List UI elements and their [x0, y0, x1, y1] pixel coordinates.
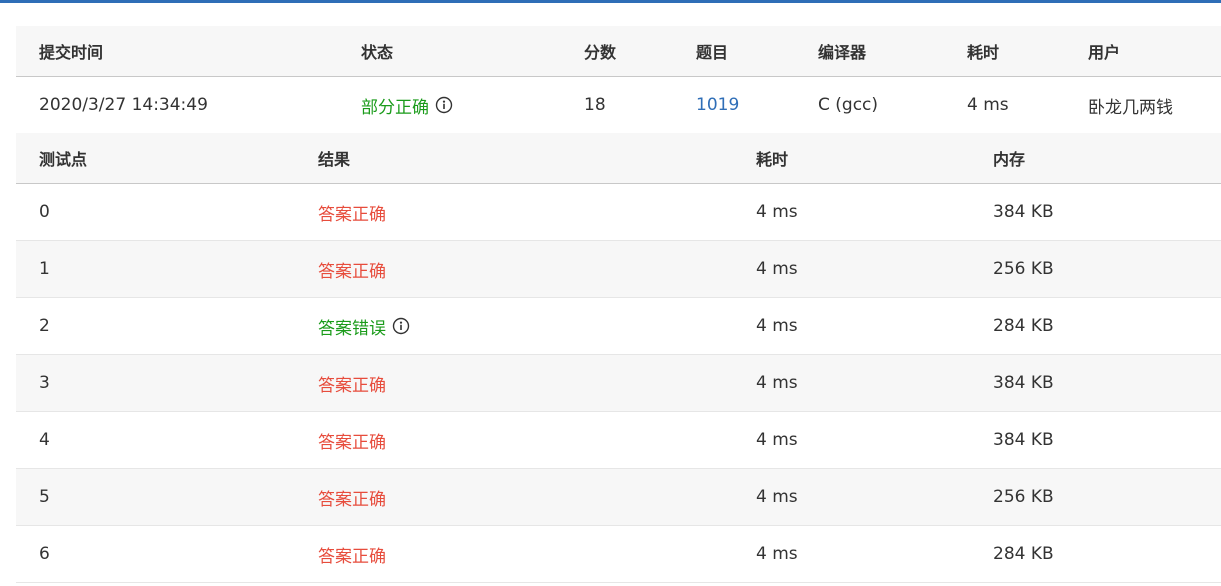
- testcase-id: 1: [39, 259, 50, 279]
- submit-time: 2020/3/27 14:34:49: [39, 95, 208, 115]
- submission-score: 18: [584, 95, 606, 115]
- header-problem: 题目: [696, 43, 729, 62]
- submission-status: 部分正确: [361, 77, 453, 133]
- testcase-result: 答案正确: [318, 204, 386, 225]
- header-time: 耗时: [756, 150, 789, 169]
- testcase-memory: 284 KB: [993, 316, 1054, 336]
- testcase-memory: 384 KB: [993, 430, 1054, 450]
- header-memory: 内存: [993, 150, 1026, 169]
- testcase-memory: 384 KB: [993, 202, 1054, 222]
- header-compiler: 编译器: [818, 43, 867, 62]
- submission-table-header: 提交时间 状态 分数 题目 编译器 耗时 用户: [16, 26, 1221, 77]
- table-row: 1 答案正确 4 ms 256 KB: [16, 241, 1221, 298]
- testcase-result: 答案错误: [318, 298, 410, 354]
- submission-status-label: 部分正确: [361, 97, 429, 118]
- testcase-result: 答案正确: [318, 375, 386, 396]
- submission-panel: 提交时间 状态 分数 题目 编译器 耗时 用户 2020/3/27 14:34:…: [16, 26, 1221, 586]
- testcase-id: 4: [39, 430, 50, 450]
- table-row: 0 答案正确 4 ms 384 KB: [16, 184, 1221, 241]
- header-testcase-id: 测试点: [39, 150, 88, 169]
- testcase-time: 4 ms: [756, 544, 798, 564]
- testcase-result: 答案正确: [318, 489, 386, 510]
- testcase-result-label: 答案错误: [318, 318, 386, 339]
- testcase-memory: 284 KB: [993, 544, 1054, 564]
- table-row: 5 答案正确 4 ms 256 KB: [16, 469, 1221, 526]
- testcase-result: 答案正确: [318, 546, 386, 567]
- header-cost: 耗时: [967, 43, 1000, 62]
- header-status: 状态: [361, 43, 394, 62]
- testcase-id: 6: [39, 544, 50, 564]
- testcase-time: 4 ms: [756, 373, 798, 393]
- table-row: 2 答案错误 4 ms 284 KB: [16, 298, 1221, 355]
- testcase-memory: 256 KB: [993, 487, 1054, 507]
- testcase-time: 4 ms: [756, 316, 798, 336]
- table-row: 6 答案正确 4 ms 284 KB: [16, 526, 1221, 583]
- submission-row: 2020/3/27 14:34:49 部分正确 18 1019 C (gcc) …: [16, 77, 1221, 133]
- testcase-id: 2: [39, 316, 50, 336]
- testcase-id: 0: [39, 202, 50, 222]
- header-submit-time: 提交时间: [39, 43, 104, 62]
- submission-user[interactable]: 卧龙几两钱: [1088, 77, 1173, 133]
- testcase-memory: 256 KB: [993, 259, 1054, 279]
- header-user: 用户: [1088, 43, 1121, 62]
- testcase-time: 4 ms: [756, 259, 798, 279]
- testcase-table-header: 测试点 结果 耗时 内存: [16, 133, 1221, 184]
- testcase-id: 3: [39, 373, 50, 393]
- top-accent-bar: [0, 0, 1221, 3]
- header-score: 分数: [584, 43, 617, 62]
- table-row: 4 答案正确 4 ms 384 KB: [16, 412, 1221, 469]
- testcase-memory: 384 KB: [993, 373, 1054, 393]
- testcase-result: 答案正确: [318, 261, 386, 282]
- info-circle-icon[interactable]: [435, 96, 453, 114]
- testcase-result: 答案正确: [318, 432, 386, 453]
- testcase-time: 4 ms: [756, 487, 798, 507]
- compiler-name: C (gcc): [818, 95, 879, 115]
- submission-cost: 4 ms: [967, 95, 1009, 115]
- header-result: 结果: [318, 150, 351, 169]
- testcase-time: 4 ms: [756, 202, 798, 222]
- problem-link[interactable]: 1019: [696, 77, 739, 133]
- testcase-id: 5: [39, 487, 50, 507]
- info-circle-icon[interactable]: [392, 317, 410, 335]
- table-row: 3 答案正确 4 ms 384 KB: [16, 355, 1221, 412]
- testcase-time: 4 ms: [756, 430, 798, 450]
